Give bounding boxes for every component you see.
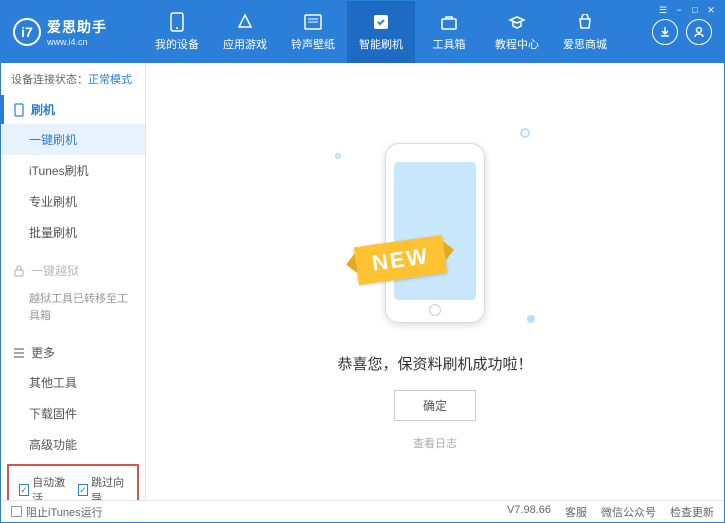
tab-label: 智能刷机 (359, 36, 403, 52)
view-log-link[interactable]: 查看日志 (413, 435, 457, 451)
sidebar-item-itunes-flash[interactable]: iTunes刷机 (1, 155, 145, 186)
flash-icon (371, 12, 391, 32)
phone-small-icon (13, 103, 25, 117)
sidebar-group-flash[interactable]: 刷机 (1, 95, 145, 124)
checkbox-auto-activate[interactable]: ✓ 自动激活 (19, 474, 68, 500)
tab-label: 工具箱 (433, 36, 466, 52)
toolbox-icon (439, 12, 459, 32)
sidebar-item-batch-flash[interactable]: 批量刷机 (1, 217, 145, 248)
sidebar-item-advanced[interactable]: 高级功能 (1, 429, 145, 460)
tab-apps-games[interactable]: 应用游戏 (211, 1, 279, 63)
connection-mode: 正常模式 (88, 74, 132, 86)
sidebar-item-onekey-flash[interactable]: 一键刷机 (1, 124, 145, 155)
tab-label: 我的设备 (155, 36, 199, 52)
tab-tutorial[interactable]: 教程中心 (483, 1, 551, 63)
tab-label: 爱思商城 (563, 36, 607, 52)
tab-ringtone-wallpaper[interactable]: 铃声壁纸 (279, 1, 347, 63)
download-icon[interactable] (652, 19, 678, 45)
checkbox-block-itunes[interactable]: 阻止iTunes运行 (11, 504, 103, 520)
wallpaper-icon (303, 12, 323, 32)
phone-icon (167, 12, 187, 32)
tab-label: 铃声壁纸 (291, 36, 335, 52)
app-title: 爱思助手 (47, 17, 107, 37)
footer-link-update[interactable]: 检查更新 (670, 504, 714, 520)
jailbreak-note: 越狱工具已转移至工具箱 (1, 285, 145, 330)
checkbox-label: 自动激活 (32, 474, 68, 500)
tab-store[interactable]: 爱思商城 (551, 1, 619, 63)
confirm-button[interactable]: 确定 (394, 390, 476, 421)
header-actions (652, 19, 712, 45)
minimize-icon[interactable]: − (672, 3, 686, 17)
success-illustration: NEW (360, 133, 510, 333)
tab-toolbox[interactable]: 工具箱 (415, 1, 483, 63)
decor-circle-icon (335, 153, 341, 159)
main-content: NEW 恭喜您，保资料刷机成功啦！ 确定 查看日志 (146, 63, 724, 500)
group-label: 更多 (31, 344, 55, 361)
tutorial-icon (507, 12, 527, 32)
phone-illustration (385, 143, 485, 323)
version-label: V7.98.66 (507, 504, 551, 520)
sidebar-item-pro-flash[interactable]: 专业刷机 (1, 186, 145, 217)
menu-icon[interactable]: ☰ (656, 3, 670, 17)
sidebar-group-jailbreak: 一键越狱 (1, 256, 145, 285)
window-controls: ☰ − □ ✕ (650, 1, 724, 19)
apps-icon (235, 12, 255, 32)
checkbox-icon: ✓ (19, 484, 29, 496)
logo-icon: i7 (13, 18, 41, 46)
checkbox-label: 阻止iTunes运行 (26, 504, 103, 520)
sidebar-item-download-firmware[interactable]: 下载固件 (1, 398, 145, 429)
footer-bar: 阻止iTunes运行 V7.98.66 客服 微信公众号 检查更新 (1, 500, 724, 522)
footer-link-service[interactable]: 客服 (565, 504, 587, 520)
checkbox-highlight-box: ✓ 自动激活 ✓ 跳过向导 (7, 464, 139, 500)
footer-link-wechat[interactable]: 微信公众号 (601, 504, 656, 520)
app-url: www.i4.cn (47, 37, 107, 47)
checkbox-skip-guide[interactable]: ✓ 跳过向导 (78, 474, 127, 500)
checkbox-label: 跳过向导 (91, 474, 127, 500)
sidebar-item-other-tools[interactable]: 其他工具 (1, 367, 145, 398)
sidebar: 设备连接状态：正常模式 刷机 一键刷机 iTunes刷机 专业刷机 批量刷机 一… (1, 63, 146, 500)
nav-tabs: 我的设备 应用游戏 铃声壁纸 智能刷机 工具箱 教程中心 爱思商城 (143, 1, 644, 63)
decor-circle-icon (520, 128, 530, 138)
checkbox-icon: ✓ (78, 484, 88, 496)
logo-area: i7 爱思助手 www.i4.cn (13, 17, 143, 47)
user-icon[interactable] (686, 19, 712, 45)
store-icon (575, 12, 595, 32)
success-message: 恭喜您，保资料刷机成功啦！ (337, 353, 532, 374)
tab-smart-flash[interactable]: 智能刷机 (347, 1, 415, 63)
sidebar-group-more[interactable]: 更多 (1, 338, 145, 367)
tab-my-device[interactable]: 我的设备 (143, 1, 211, 63)
lock-icon (13, 265, 25, 277)
menu-lines-icon (13, 348, 25, 358)
group-label: 一键越狱 (31, 262, 79, 279)
maximize-icon[interactable]: □ (688, 3, 702, 17)
checkbox-icon (11, 506, 22, 517)
tab-label: 应用游戏 (223, 36, 267, 52)
tab-label: 教程中心 (495, 36, 539, 52)
header-bar: i7 爱思助手 www.i4.cn 我的设备 应用游戏 铃声壁纸 智能刷机 工具… (1, 1, 724, 63)
group-label: 刷机 (31, 101, 55, 118)
connection-status: 设备连接状态：正常模式 (1, 63, 145, 95)
decor-dot-icon (527, 315, 535, 323)
close-icon[interactable]: ✕ (704, 3, 718, 17)
